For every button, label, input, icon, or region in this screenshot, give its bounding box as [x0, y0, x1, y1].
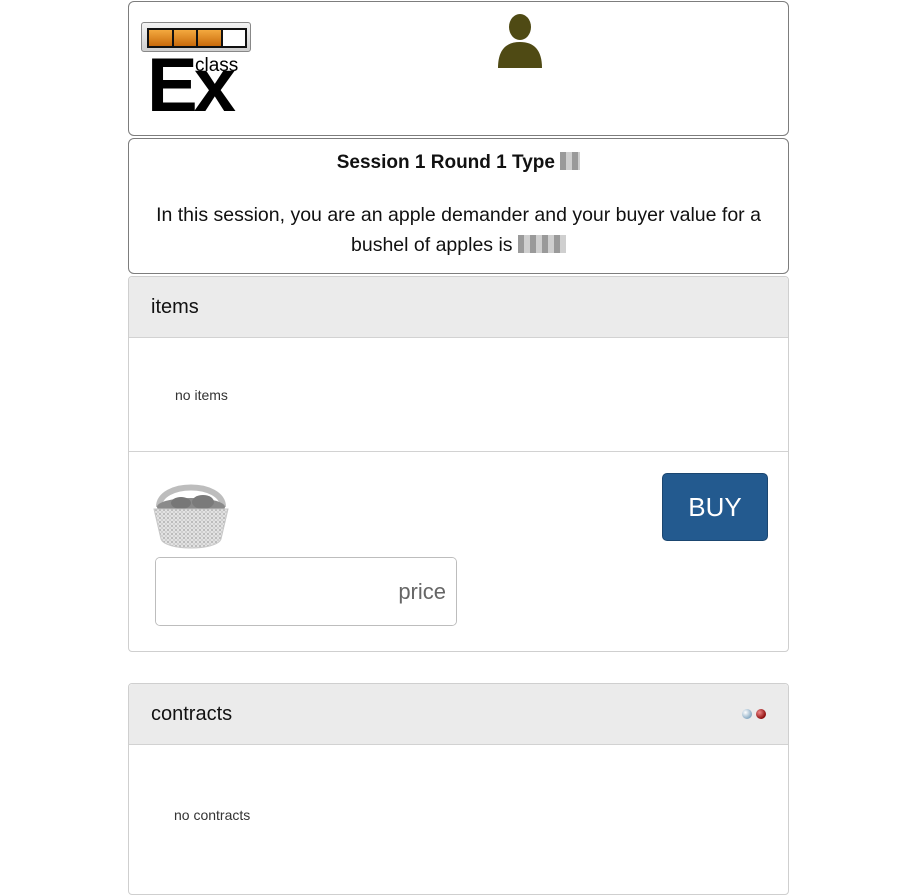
items-heading-bar: items [129, 277, 788, 338]
connection-light-icon [742, 709, 752, 719]
items-panel: items no items € BUY [128, 276, 789, 652]
connection-status [742, 709, 766, 719]
session-title-text: Session 1 Round 1 Type [336, 152, 555, 173]
price-input[interactable] [156, 558, 456, 625]
redacted-value [517, 235, 566, 253]
redacted-value [560, 152, 581, 170]
contracts-panel: contracts no contracts [128, 683, 789, 895]
session-description: In this session, you are an apple demand… [139, 200, 778, 260]
logo-superscript: class [195, 55, 239, 76]
contracts-heading: contracts [151, 703, 233, 725]
items-list: no items [129, 338, 788, 452]
session-info-panel: Session 1 Round 1 Type In this session, … [128, 138, 789, 274]
user-silhouette-icon [498, 14, 542, 68]
session-description-text: In this session, you are an apple demand… [156, 204, 761, 256]
contracts-heading-bar: contracts [129, 684, 788, 745]
buy-button[interactable]: BUY [662, 473, 768, 541]
session-title: Session 1 Round 1 Type [129, 152, 788, 174]
header-panel: Ex class [128, 1, 789, 136]
contracts-list: no contracts [129, 745, 788, 895]
no-items-text: no items [175, 387, 228, 403]
classex-logo: Ex class [141, 22, 253, 124]
connection-red-icon [756, 709, 766, 719]
basket-icon [153, 484, 229, 549]
no-contracts-text: no contracts [174, 807, 251, 823]
price-input-group: € [155, 557, 457, 626]
items-heading: items [151, 296, 199, 318]
